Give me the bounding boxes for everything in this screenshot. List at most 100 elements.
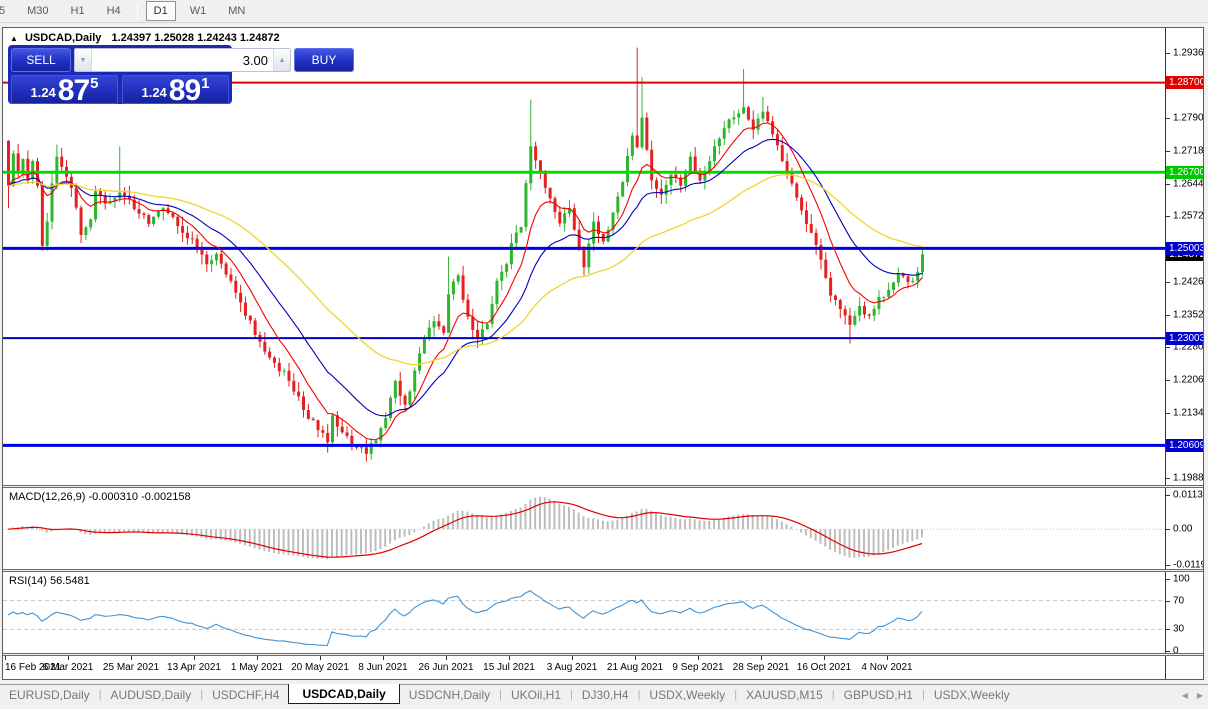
timeframe-button-m30[interactable]: M30 — [19, 1, 56, 21]
buy-button[interactable]: BUY — [294, 48, 354, 72]
candle-body — [210, 260, 214, 265]
macd-histogram-bar — [664, 516, 667, 530]
macd-histogram-bar — [490, 516, 493, 530]
timeframe-button-w1[interactable]: W1 — [182, 1, 215, 21]
tab-scroll-left-icon[interactable]: ◀ — [1182, 691, 1188, 700]
tab-ukoil-h1[interactable]: UKOil,H1 — [502, 685, 570, 704]
macd-axis-label: 0.01135 — [1173, 489, 1203, 501]
macd-histogram-bar — [538, 496, 541, 530]
candle-body — [500, 271, 504, 281]
rsi-pane[interactable]: 100 70 30 0 RSI(14) 56.5481 — [3, 572, 1203, 653]
macd-histogram-bar — [345, 529, 348, 556]
candle-body — [84, 227, 88, 236]
tab-xauusd-m15[interactable]: XAUUSD,M15 — [737, 685, 832, 704]
candle-body — [858, 305, 862, 316]
sell-button[interactable]: SELL — [11, 48, 71, 72]
candle-body — [374, 440, 378, 444]
date-axis-label: 15 Jul 2021 — [483, 662, 535, 673]
price-pane[interactable]: 1.293601.286401.279001.271801.264401.257… — [3, 28, 1203, 485]
candle-body — [645, 117, 649, 150]
macd-histogram-bar — [398, 529, 401, 539]
candle-body — [214, 253, 218, 261]
candle-body — [916, 271, 920, 281]
macd-histogram-bar — [480, 516, 483, 530]
tab-gbpusd-h1[interactable]: GBPUSD,H1 — [835, 685, 922, 704]
candle-body — [635, 135, 639, 148]
candle-body — [89, 219, 93, 228]
date-axis-tick — [446, 656, 447, 660]
tab-eurusd-daily[interactable]: EURUSD,Daily — [0, 685, 99, 704]
macd-histogram-bar — [524, 504, 527, 530]
buy-price-big: 89 — [168, 74, 201, 107]
sell-price-display[interactable]: 1.24 87 5 — [11, 75, 118, 106]
macd-histogram-bar — [403, 529, 406, 537]
candle-body — [152, 216, 156, 224]
macd-histogram-bar — [461, 510, 464, 530]
rsi-canvas[interactable] — [3, 572, 1165, 653]
timeframe-button-5[interactable]: 5 — [0, 1, 13, 21]
macd-histogram-bar — [795, 529, 798, 530]
date-axis-label: 21 Aug 2021 — [606, 662, 664, 673]
tab-usdchf-h4[interactable]: USDCHF,H4 — [203, 685, 288, 704]
volume-input[interactable] — [92, 49, 273, 71]
candle-body — [277, 362, 281, 372]
buy-price-display[interactable]: 1.24 89 1 — [122, 74, 229, 107]
candle-body — [640, 117, 644, 148]
candle-body — [896, 273, 900, 283]
tab-usdcad-daily[interactable]: USDCAD,Daily — [288, 684, 400, 704]
candle-body — [669, 174, 673, 185]
timeframe-button-d1[interactable]: D1 — [145, 1, 176, 21]
rsi-axis-label: 30 — [1173, 623, 1185, 635]
ma-slow-line — [8, 174, 923, 366]
macd-histogram-bar — [698, 520, 701, 530]
price-axis-tick — [1166, 380, 1170, 381]
tab-audusd-daily[interactable]: AUDUSD,Daily — [102, 685, 201, 704]
tab-usdx-weekly[interactable]: USDX,Weekly — [925, 685, 1019, 704]
price-axis-label: 1.23520 — [1173, 309, 1203, 321]
ohlc-values: 1.24397 1.25028 1.24243 1.24872 — [111, 32, 280, 44]
macd-pane[interactable]: 0.01135 0.00 -0.01190 MACD(12,26,9) -0.000… — [3, 488, 1203, 569]
candle-body — [253, 320, 257, 335]
candle-body — [263, 341, 267, 352]
timeframe-button-h4[interactable]: H4 — [99, 1, 129, 21]
candle-body — [297, 391, 301, 397]
macd-histogram-bar — [669, 517, 672, 530]
price-axis-tick — [1166, 347, 1170, 348]
macd-histogram-bar — [268, 529, 271, 553]
collapse-panel-icon[interactable]: ▲ — [10, 34, 18, 43]
timeframe-button-h1[interactable]: H1 — [63, 1, 93, 21]
candle-body — [722, 128, 726, 139]
macd-histogram-bar — [843, 529, 846, 556]
tab-scroll-right-icon[interactable]: ▶ — [1197, 691, 1203, 700]
timeframe-button-mn[interactable]: MN — [220, 1, 253, 21]
candle-body — [761, 111, 765, 119]
macd-histogram-bar — [118, 529, 121, 532]
macd-histogram-bar — [447, 515, 450, 530]
date-axis-label: 20 May 2021 — [291, 662, 349, 673]
volume-decrease-button[interactable]: ▼ — [75, 49, 92, 71]
price-axis-tick — [1166, 413, 1170, 414]
symbol-timeframe-label: USDCAD,Daily — [24, 32, 102, 44]
macd-axis-tick — [1166, 565, 1170, 566]
macd-histogram-bar — [616, 519, 619, 530]
macd-histogram-bar — [906, 529, 909, 543]
date-axis-tick — [509, 656, 510, 660]
candle-body — [427, 327, 431, 339]
macd-histogram-bar — [558, 503, 561, 530]
date-axis-label: 26 Jun 2021 — [418, 662, 474, 673]
price-axis-label: 1.27180 — [1173, 145, 1203, 157]
volume-increase-button[interactable]: ▲ — [273, 49, 290, 71]
tab-usdx-weekly[interactable]: USDX,Weekly — [640, 685, 734, 704]
macd-histogram-bar — [567, 506, 570, 530]
candle-body — [45, 221, 49, 246]
macd-histogram-bar — [790, 526, 793, 530]
candle-body — [422, 338, 426, 354]
macd-histogram-bar — [872, 529, 875, 556]
macd-histogram-bar — [534, 497, 537, 530]
macd-histogram-bar — [389, 529, 392, 544]
candle-body — [882, 296, 886, 298]
tab-usdcnh-daily[interactable]: USDCNH,Daily — [400, 685, 499, 704]
candle-body — [809, 224, 813, 233]
tab-dj30-h4[interactable]: DJ30,H4 — [573, 685, 638, 704]
macd-histogram-bar — [234, 529, 237, 543]
